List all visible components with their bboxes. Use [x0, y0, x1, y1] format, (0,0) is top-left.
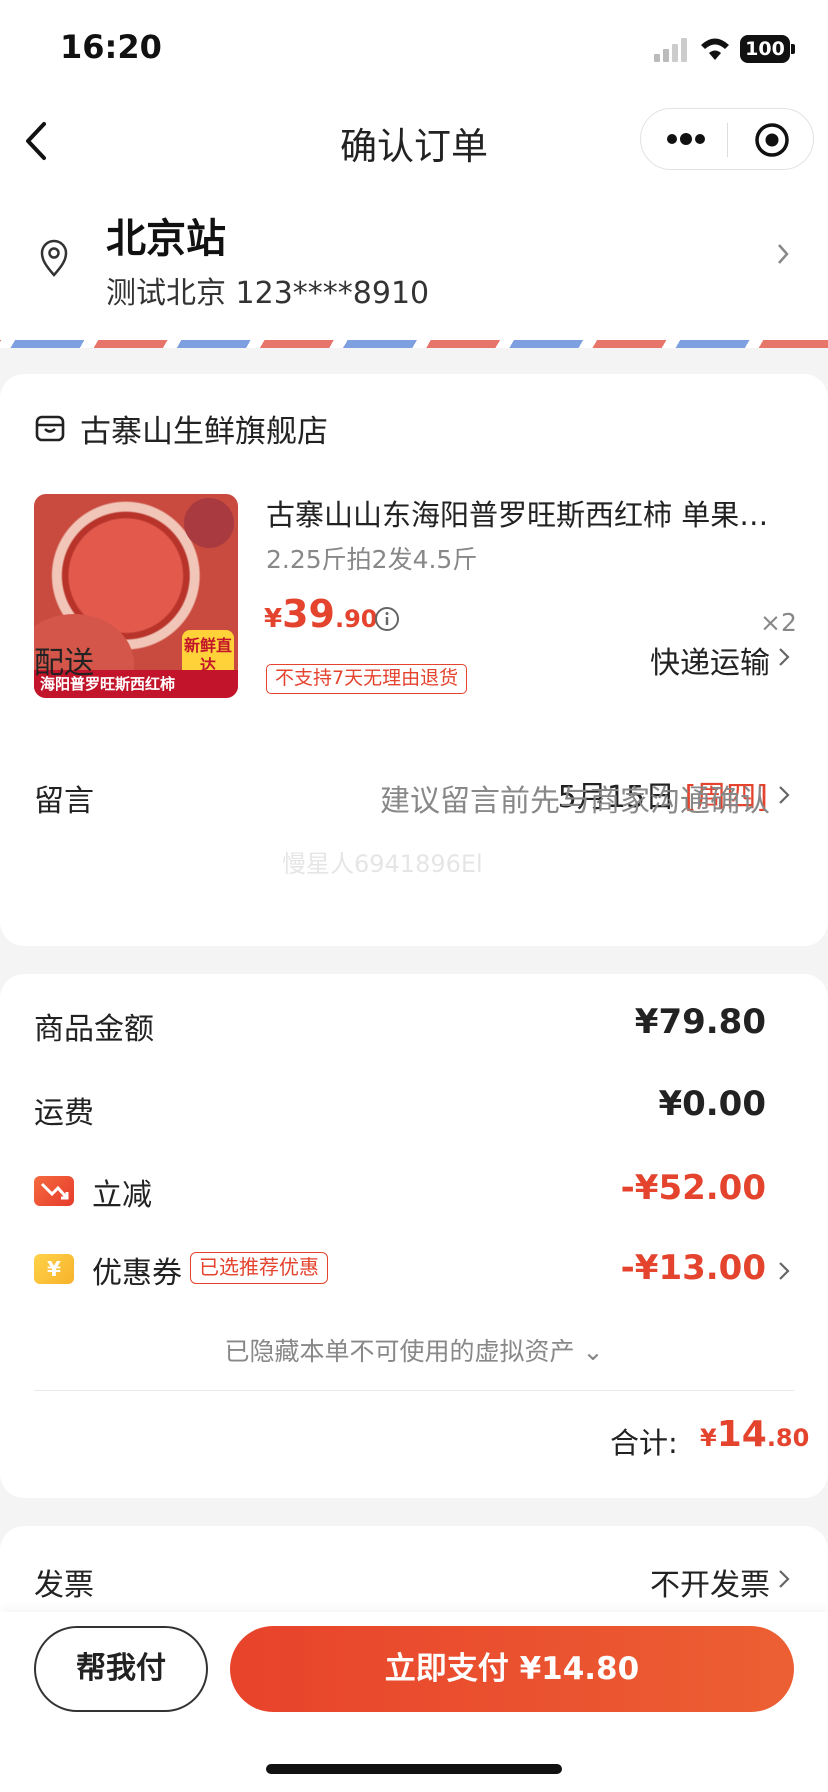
- pay-now-button[interactable]: 立即支付 ¥14.80: [230, 1626, 794, 1712]
- address-name: 北京站: [106, 216, 226, 262]
- goods-amount-label: 商品金额: [34, 1012, 154, 1047]
- status-bar: 16:20 100: [0, 0, 828, 96]
- goods-amount-value: ¥79.80: [634, 1002, 766, 1042]
- message-label: 留言: [34, 784, 94, 819]
- coupon-icon: ¥: [34, 1254, 74, 1284]
- discount-icon: [34, 1176, 74, 1206]
- coupon-recommended-tag: 已选推荐优惠: [190, 1252, 328, 1284]
- delivery-method[interactable]: 快递运输: [650, 638, 770, 682]
- info-icon[interactable]: [374, 606, 400, 632]
- chevron-right-icon: [779, 648, 790, 666]
- chevron-right-icon: [779, 786, 790, 804]
- address-section[interactable]: 北京站 测试北京 123****8910: [0, 186, 828, 340]
- close-miniprogram-icon[interactable]: [753, 121, 791, 159]
- product-price: ¥39.90: [264, 592, 378, 636]
- invoice-value[interactable]: 不开发票: [650, 1560, 770, 1604]
- battery-nub: [791, 44, 795, 54]
- price-decimal: .90: [334, 605, 378, 633]
- watermark: 慢星人6941896El: [282, 850, 483, 878]
- discount-label: 立减: [92, 1178, 152, 1213]
- return-policy-tag: 不支持7天无理由退货: [266, 664, 468, 694]
- status-time: 16:20: [60, 28, 162, 66]
- store-icon: [35, 415, 65, 442]
- delivery-label: 配送: [34, 646, 94, 681]
- summary-divider: [34, 1390, 794, 1391]
- total-integer: 14: [716, 1414, 767, 1455]
- bottom-action-bar: 帮我付 立即支付 ¥14.80: [0, 1612, 828, 1792]
- price-integer: 39: [282, 592, 335, 636]
- price-currency: ¥: [264, 604, 283, 634]
- coupon-value[interactable]: -¥13.00: [621, 1248, 766, 1288]
- total-value: ¥14.80: [700, 1414, 809, 1455]
- total-label: 合计:: [610, 1426, 678, 1460]
- message-input[interactable]: 建议留言前先与商家沟通确认: [380, 776, 770, 820]
- chevron-right-icon: [779, 1262, 790, 1280]
- product-quantity: ×2: [760, 608, 797, 637]
- price-summary-card: 商品金额 ¥79.80 运费 ¥0.00 立减 -¥52.00 ¥ 优惠券 已选…: [0, 974, 828, 1498]
- freight-label: 运费: [34, 1096, 94, 1131]
- home-indicator[interactable]: [266, 1764, 562, 1774]
- more-icon[interactable]: [665, 127, 707, 151]
- product-title[interactable]: 古寨山山东海阳普罗旺斯西红柿 单果…: [266, 492, 786, 534]
- total-decimal: .80: [766, 1424, 810, 1452]
- product-image-detail: [184, 498, 234, 548]
- product-spec: 2.25斤拍2发4.5斤: [266, 545, 478, 574]
- nav-bar: 确认订单: [0, 96, 828, 186]
- shop-name[interactable]: 古寨山生鲜旗舰店: [80, 406, 328, 451]
- invoice-label: 发票: [34, 1568, 94, 1603]
- address-detail: 测试北京 123****8910: [106, 276, 430, 311]
- freight-value: ¥0.00: [658, 1084, 766, 1124]
- chevron-right-icon: [778, 244, 789, 264]
- capsule-divider: [727, 123, 728, 157]
- signal-icon: [654, 38, 687, 62]
- discount-value: -¥52.00: [620, 1168, 766, 1208]
- hidden-assets-toggle[interactable]: 已隐藏本单不可使用的虚拟资产 ⌄: [0, 1332, 828, 1368]
- chevron-right-icon: [779, 1570, 790, 1588]
- wifi-icon: [701, 38, 729, 60]
- miniprogram-capsule: [640, 108, 814, 170]
- help-pay-button[interactable]: 帮我付: [34, 1626, 208, 1712]
- airmail-stripe-divider: [0, 340, 828, 348]
- total-currency: ¥: [700, 1424, 717, 1452]
- location-pin-icon: [40, 239, 68, 277]
- battery-indicator: 100: [740, 35, 790, 63]
- coupon-label: 优惠券: [92, 1256, 182, 1291]
